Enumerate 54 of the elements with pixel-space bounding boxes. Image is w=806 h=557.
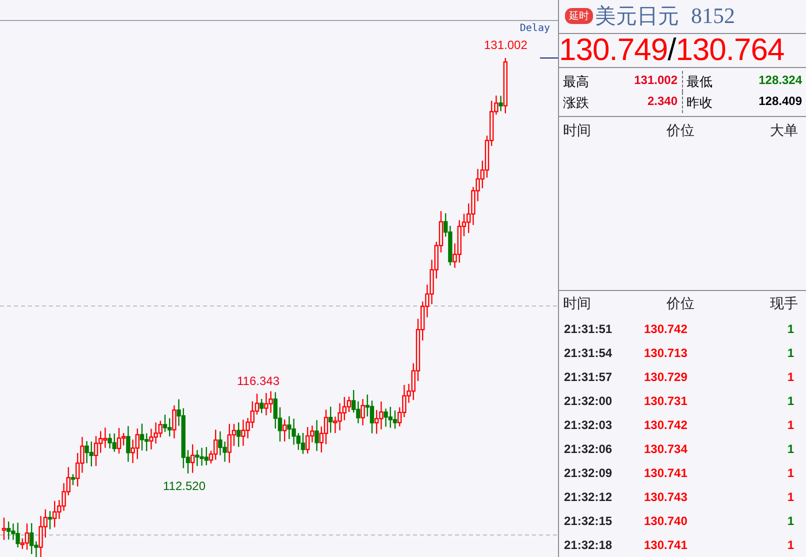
column-header: 时间: [563, 122, 591, 140]
price-separator: /: [668, 32, 676, 68]
column-header: 大单: [770, 122, 798, 140]
time-cell-text: 21:31:54: [564, 346, 614, 360]
stat-value: 128.409: [758, 94, 802, 110]
time-cell-text: 21:31:51: [564, 322, 614, 336]
time-cell-text: 21:32:03: [564, 418, 614, 432]
stat-label: 最低: [686, 72, 712, 91]
volume-cell-text: 1: [786, 370, 794, 384]
volume-cell-text: 1: [786, 346, 794, 360]
instrument-code: 8152: [691, 3, 735, 30]
stat-label: 涨跌: [563, 94, 589, 112]
price-cell-text: 130.729: [644, 370, 688, 384]
price-cell-text: 130.741: [644, 466, 688, 480]
time-cell-text: 21:31:57: [564, 370, 614, 384]
stat-label: 最高: [563, 72, 589, 91]
stat-label: 昨收: [686, 94, 712, 112]
stat-value: 128.324: [758, 72, 802, 89]
stat-value: 2.340: [647, 94, 678, 110]
volume-cell-text: 1: [786, 466, 794, 480]
column-header: 价位: [666, 295, 694, 313]
time-cell-text: 21:32:09: [564, 466, 614, 480]
price-cell-text: 130.734: [644, 442, 688, 456]
time-cell-text: 21:32:00: [564, 394, 614, 408]
volume-cell-text: 1: [786, 514, 794, 528]
price-cell-text: 130.742: [644, 322, 688, 336]
instrument-name: 美元日元: [595, 3, 679, 30]
low-price-label: 112.520: [163, 479, 206, 493]
price-cell-text: 130.742: [644, 418, 688, 432]
volume-cell-text: 1: [786, 490, 794, 504]
volume-cell-text: 1: [786, 418, 794, 432]
column-header: 时间: [563, 295, 591, 313]
time-cell-text: 21:32:06: [564, 442, 614, 456]
time-cell-text: 21:32:15: [564, 514, 614, 528]
volume-cell-text: 1: [786, 538, 794, 552]
ask-price: 130.764: [676, 32, 784, 68]
price-cell-text: 130.741: [644, 538, 688, 552]
time-cell-text: 21:32:12: [564, 490, 614, 504]
high-price-label: 131.002: [484, 38, 528, 52]
time-cell-text: 21:32:18: [564, 538, 614, 552]
volume-cell-text: 1: [786, 322, 794, 336]
volume-cell-text: 1: [786, 442, 794, 456]
price-cell-text: 130.731: [644, 394, 688, 408]
volume-cell-text: 1: [786, 394, 794, 408]
column-header: 价位: [666, 122, 694, 140]
delay-label: Delay: [520, 23, 550, 34]
high-price-label: 116.343: [237, 374, 280, 388]
price-cell-text: 130.713: [644, 346, 688, 360]
delay-badge: 延时: [565, 8, 593, 24]
price-cell-text: 130.740: [644, 514, 688, 528]
bid-price: 130.749: [559, 32, 668, 68]
price-cell-text: 130.743: [644, 490, 688, 504]
column-header: 现手: [770, 295, 798, 313]
stat-value: 131.002: [634, 72, 678, 89]
